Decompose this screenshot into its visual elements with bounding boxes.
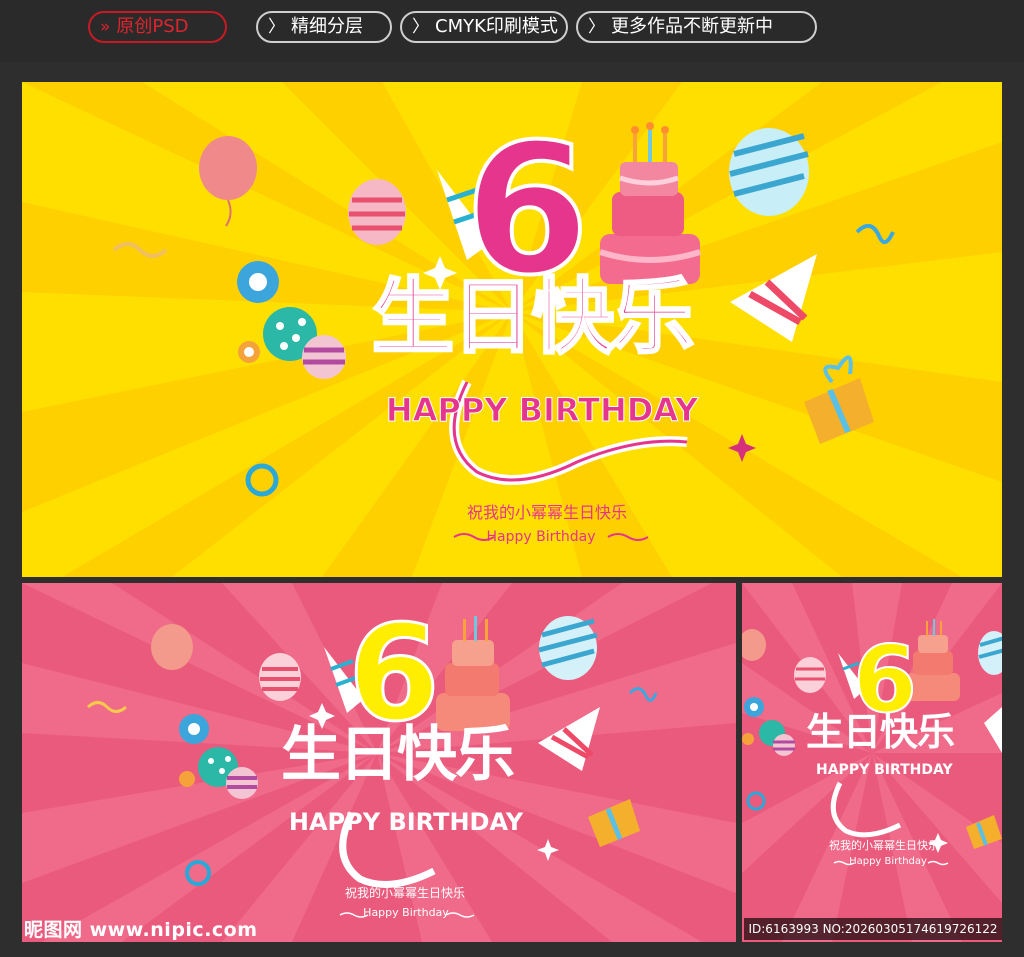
balloon-striped-icon (348, 179, 406, 245)
balloon-blue-striped-icon (538, 616, 598, 680)
ring-icon (746, 791, 766, 811)
ball-small-icon (238, 341, 260, 363)
balloon-pink-icon (199, 136, 257, 227)
ball-small-icon (179, 771, 195, 787)
subtitle-english: Happy Birthday (486, 529, 596, 545)
watermark-site: 昵图网 www.nipic.com (24, 919, 258, 941)
subtitle-english: Happy Birthday (849, 856, 927, 867)
chevron-right-icon: 〉 (588, 17, 605, 37)
badge-more-works: 〉更多作品不断更新中 (576, 11, 817, 43)
subtitle-english: Happy Birthday (363, 906, 449, 919)
chevron-right-icon: 〉 (268, 17, 285, 37)
title-english: HAPPY BIRTHDAY (288, 808, 524, 836)
balloon-blue-striped-icon (729, 128, 809, 216)
chevron-right-icon: 〉 (412, 17, 429, 37)
double-chevron-icon: » (100, 17, 111, 37)
pink-banner-preview: 6 生日快乐 HAPPY BIRTHDAY 祝我的小幂幂生日快乐 Happy B… (22, 583, 736, 942)
title-chinese: 生日快乐 (805, 710, 955, 754)
balloon-pink-icon (742, 629, 766, 661)
subtitle-chinese: 祝我的小幂幂生日快乐 (344, 886, 465, 900)
subtitle-chinese: 祝我的小幂幂生日快乐 (829, 839, 939, 852)
title-english: HAPPY BIRTHDAY (816, 762, 953, 778)
ball-blue-icon (744, 697, 764, 717)
balloon-pink-icon (151, 624, 193, 670)
badge-fine-layers: 〉精细分层 (256, 11, 392, 43)
balloon-striped-icon (794, 657, 826, 693)
balloon-blue-striped-icon (978, 631, 1002, 675)
subtitle-divider-right-icon (927, 860, 949, 866)
title-english: HAPPY BIRTHDAY (385, 391, 699, 430)
ball-blue-icon (237, 261, 279, 303)
yellow-banner-preview: 6 生日快乐 HAPPY BIRTHDAY 祝我的小幂幂生日快乐 Happy B… (22, 82, 1002, 577)
pink-banner-narrow-preview: 6 生日快乐 HAPPY BIRTHDAY 祝我的小幂幂生日快乐 Happy B… (742, 583, 1002, 942)
ball-blue-icon (179, 714, 209, 744)
title-chinese: 生日快乐 (281, 720, 515, 790)
title-chinese: 生日快乐 (370, 269, 695, 367)
badge-cmyk-mode: 〉 CMYK印刷模式 (400, 11, 568, 43)
balloon-striped-icon (259, 653, 301, 701)
ball-small-icon (742, 733, 754, 745)
badge-original-psd: » 原创PSD (88, 11, 227, 43)
watermark-id: ID:6163993 NO:20260305174619726122 (744, 918, 1002, 940)
top-badge-bar: » 原创PSD 〉精细分层 〉 CMYK印刷模式 〉更多作品不断更新中 (0, 0, 1024, 62)
subtitle-chinese: 祝我的小幂幂生日快乐 (466, 503, 627, 522)
